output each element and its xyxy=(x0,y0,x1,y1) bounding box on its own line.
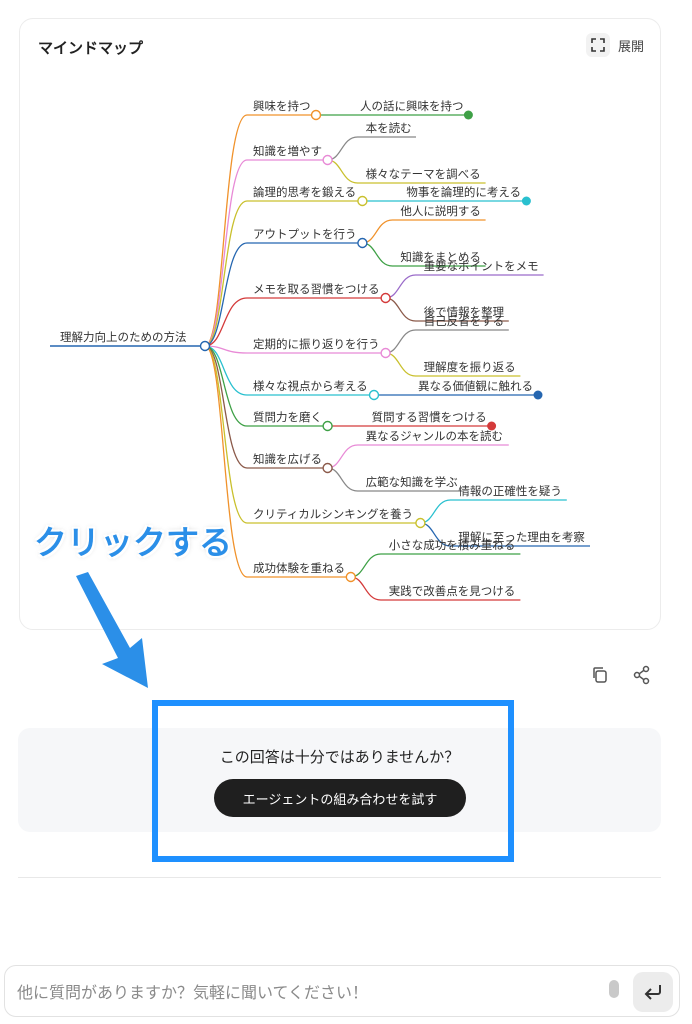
mindmap-branch-node[interactable] xyxy=(322,154,333,166)
mindmap-branch-node[interactable] xyxy=(345,571,356,583)
mindmap-leaf: 人の話に興味を持つ xyxy=(360,99,464,113)
annotation-arrow xyxy=(76,572,148,688)
mindmap-leaf-line xyxy=(350,553,521,578)
mindmap-branch: クリティカルシンキングを養う xyxy=(253,507,413,521)
mindmap-leaf: 小さな成功を積み重ねる xyxy=(389,538,516,552)
mindmap-leaf-line xyxy=(362,219,486,244)
mindmap-leaf: 理解度を振り返る xyxy=(424,360,516,374)
mindmap-leaf-dot xyxy=(533,390,543,400)
mindmap-branch-node[interactable] xyxy=(380,292,391,304)
divider xyxy=(18,877,661,878)
mindmap-leaf: 質問する習慣をつける xyxy=(372,410,487,424)
mindmap-leaf: 広範な知識を学ぶ xyxy=(366,475,458,489)
annotation-text: クリックする xyxy=(34,523,232,562)
mindmap-leaf-line xyxy=(327,444,509,469)
mindmap-branch-node[interactable] xyxy=(357,195,368,207)
mindmap-leaf: 他人に説明する xyxy=(400,204,481,218)
mindmap-root-node[interactable] xyxy=(199,340,211,352)
mindmap-branch: 知識を増やす xyxy=(253,144,322,158)
mindmap-branch-node[interactable] xyxy=(380,347,391,359)
chat-input[interactable] xyxy=(15,976,579,1008)
mindmap-branch-node[interactable] xyxy=(368,389,380,401)
mindmap-leaf: 重要なポイントをメモ xyxy=(424,259,539,273)
mindmap-leaf: 異なる価値観に触れる xyxy=(418,379,533,393)
mindmap-branch-node[interactable] xyxy=(415,517,426,529)
mindmap-branch: 成功体験を重ねる xyxy=(253,561,345,575)
highlight-box xyxy=(152,700,514,862)
mindmap-leaf: 異なるジャンルの本を読む xyxy=(366,429,503,443)
mindmap-leaf-dot xyxy=(463,110,473,120)
mindmap-branch: 興味を持つ xyxy=(253,99,311,113)
mindmap-leaf-line xyxy=(385,329,509,354)
mindmap-leaf: 実践で改善点を見つける xyxy=(389,584,516,598)
mindmap-leaf-line xyxy=(385,274,544,299)
mindmap-branch: 定期的に振り返りを行う xyxy=(253,337,380,351)
copy-icon[interactable] xyxy=(589,664,611,686)
mindmap-leaf: 情報の正確性を疑う xyxy=(458,484,562,498)
mindmap-branch: アウトプットを行う xyxy=(253,227,357,241)
enter-icon xyxy=(644,985,661,1000)
mindmap-branch: 様々な視点から考える xyxy=(253,379,368,393)
mindmap-leaf-dot xyxy=(521,196,531,206)
mindmap-branch-node[interactable] xyxy=(310,109,322,121)
mindmap-leaf: 物事を論理的に考える xyxy=(406,185,521,199)
mindmap-branch: 論理的思考を鍛える xyxy=(253,185,356,199)
send-button[interactable] xyxy=(633,972,673,1012)
mindmap-root: 理解力向上のための方法 xyxy=(60,330,187,344)
mindmap-branch: メモを取る習慣をつける xyxy=(253,282,380,296)
mindmap-leaf-line xyxy=(420,499,567,524)
mindmap-branch: 知識を広げる xyxy=(253,452,322,466)
mindmap-leaf: 様々なテーマを調べる xyxy=(366,167,481,181)
mindmap-branch-node[interactable] xyxy=(357,237,368,249)
mindmap-leaf: 本を読む xyxy=(366,121,412,135)
mindmap-leaf: 自己反省をする xyxy=(424,314,505,328)
chat-input-bar xyxy=(4,965,680,1017)
mindmap-branch-node[interactable] xyxy=(322,420,333,432)
mindmap-branch: 質問力を磨く xyxy=(253,410,322,424)
mindmap-leaf-line xyxy=(327,136,416,161)
mindmap-branch-node[interactable] xyxy=(322,462,333,474)
share-icon[interactable] xyxy=(631,664,653,686)
mic-icon[interactable] xyxy=(609,980,619,998)
